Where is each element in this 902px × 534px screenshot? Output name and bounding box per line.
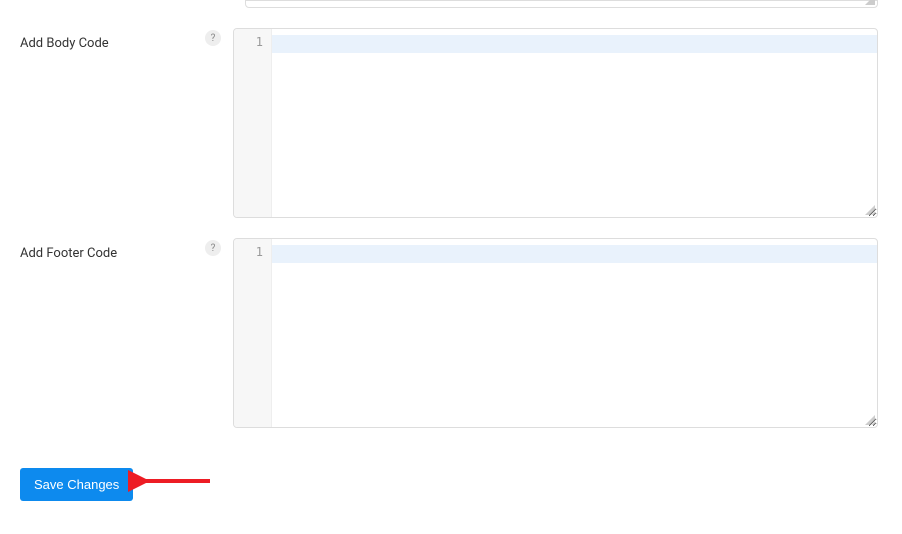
footer-code-gutter: 1	[234, 239, 272, 427]
footer-code-label: Add Footer Code	[20, 246, 205, 261]
resize-handle-icon	[865, 0, 875, 5]
code-line-active[interactable]	[272, 245, 877, 263]
help-icon[interactable]: ?	[205, 30, 221, 46]
body-code-editor[interactable]: 1	[233, 28, 878, 218]
resize-handle-icon	[865, 205, 875, 215]
help-icon[interactable]: ?	[205, 240, 221, 256]
body-code-area[interactable]	[272, 29, 877, 217]
body-code-editor-col: 1	[233, 28, 902, 218]
resize-handle-icon	[865, 415, 875, 425]
code-editor-fragment[interactable]	[245, 0, 878, 8]
save-changes-button[interactable]: Save Changes	[20, 468, 133, 501]
footer-code-row: Add Footer Code ? 1	[0, 238, 902, 428]
line-number: 1	[240, 35, 263, 49]
body-code-label-col: Add Body Code	[20, 28, 205, 51]
body-code-row: Add Body Code ? 1	[0, 28, 902, 218]
body-code-gutter: 1	[234, 29, 272, 217]
footer-code-area[interactable]	[272, 239, 877, 427]
previous-editor-fragment	[0, 0, 902, 8]
line-number: 1	[240, 245, 263, 259]
body-code-label: Add Body Code	[20, 36, 205, 51]
code-line-active[interactable]	[272, 35, 877, 53]
annotation-arrow-icon	[128, 466, 218, 496]
footer-code-editor-col: 1	[233, 238, 902, 428]
button-row: Save Changes	[0, 448, 902, 521]
footer-code-label-col: Add Footer Code	[20, 238, 205, 261]
footer-code-editor[interactable]: 1	[233, 238, 878, 428]
